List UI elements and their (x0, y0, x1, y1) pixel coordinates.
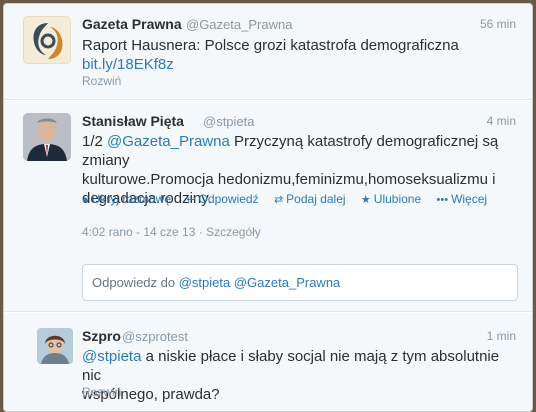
reply-mention: @stpieta (178, 275, 231, 290)
author-handle[interactable]: @Gazeta_Prawna (186, 17, 292, 32)
tweet-stanislaw-pieta[interactable]: Stanisław Pięta @stpieta 4 min 1/2 @Gaze… (4, 101, 532, 312)
tweet-link[interactable]: bit.ly/18EKf8z (82, 56, 174, 73)
avatar[interactable] (37, 328, 73, 364)
avatar[interactable] (23, 113, 71, 161)
person-photo-icon (37, 328, 73, 364)
mention-link[interactable]: @stpieta (82, 348, 141, 365)
expand-link[interactable]: Rozwiń (82, 74, 121, 88)
tweet-text-body: Raport Hausnera: Polsce grozi katastrofa… (82, 37, 459, 54)
favorite-button[interactable]: ★ Ulubione (361, 192, 421, 206)
reply-label: Odpowiedź (198, 192, 259, 206)
gazeta-prawna-logo-icon (33, 23, 63, 59)
retweet-icon: ⇄ (273, 194, 284, 206)
author-handle[interactable]: @stpieta (203, 114, 255, 129)
reply-arrow-icon: ↩ (186, 194, 196, 206)
more-button[interactable]: ••• Więcej (437, 192, 488, 206)
person-photo-icon (23, 113, 71, 161)
hide-conversation-label: Ukryj rozmowę (91, 192, 171, 206)
tweet-time[interactable]: 1 min (487, 329, 516, 343)
thread-counter: 1/2 (82, 133, 108, 150)
author-name[interactable]: Szpro (82, 328, 121, 344)
dots-icon: ••• (436, 194, 449, 206)
reply-input[interactable]: Odpowiedz do @stpieta @Gazeta_Prawna (82, 264, 518, 301)
timeline-panel: Gazeta Prawna @Gazeta_Prawna 56 min Rapo… (3, 3, 533, 412)
tweet-gazeta-prawna[interactable]: Gazeta Prawna @Gazeta_Prawna 56 min Rapo… (4, 4, 532, 100)
star-icon: ★ (360, 194, 371, 206)
tweet-szpro[interactable]: Szpro @szprotest 1 min @stpieta a niskie… (4, 313, 532, 411)
avatar[interactable] (23, 16, 71, 64)
favorite-label: Ulubione (373, 192, 422, 206)
reply-mention: @Gazeta_Prawna (233, 275, 341, 290)
tweet-actions: ● Ukryj rozmowę ↩ Odpowiedź ⇄ Podaj dalej ★… (82, 192, 499, 206)
tweet-meta: 4:02 rano - 14 cze 13 · Szczegóły (82, 225, 261, 239)
retweet-label: Podaj dalej (286, 192, 346, 206)
author-name[interactable]: Gazeta Prawna (82, 16, 182, 32)
tweet-text-line2: kulturowe.Promocja hedonizmu,feminizmu,h… (82, 171, 496, 188)
separator: · (198, 225, 207, 239)
tweet-text-line1: a niskie płace i słaby socjal nie mają z… (82, 348, 500, 384)
speech-bubble-icon: ● (82, 194, 89, 206)
tweet-text: @stpieta a niskie płace i słaby socjal n… (82, 347, 522, 404)
author-handle[interactable]: @szprotest (122, 329, 188, 344)
reply-button[interactable]: ↩ Odpowiedź (186, 192, 258, 206)
tweet-time[interactable]: 4 min (487, 114, 516, 128)
tweet-text: Raport Hausnera: Polsce grozi katastrofa… (82, 36, 459, 74)
details-link[interactable]: Szczegóły (206, 225, 261, 239)
tweet-timestamp[interactable]: 4:02 rano - 14 cze 13 (82, 225, 195, 239)
tweet-time[interactable]: 56 min (480, 17, 516, 31)
more-label: Więcej (451, 192, 488, 206)
expand-link[interactable]: Rozwiń (82, 385, 121, 399)
mention-link[interactable]: @Gazeta_Prawna (107, 133, 230, 150)
author-name[interactable]: Stanisław Pięta (82, 113, 184, 129)
retweet-button[interactable]: ⇄ Podaj dalej (274, 192, 346, 206)
hide-conversation-button[interactable]: ● Ukryj rozmowę (82, 192, 171, 206)
reply-placeholder: Odpowiedz do (92, 275, 179, 290)
